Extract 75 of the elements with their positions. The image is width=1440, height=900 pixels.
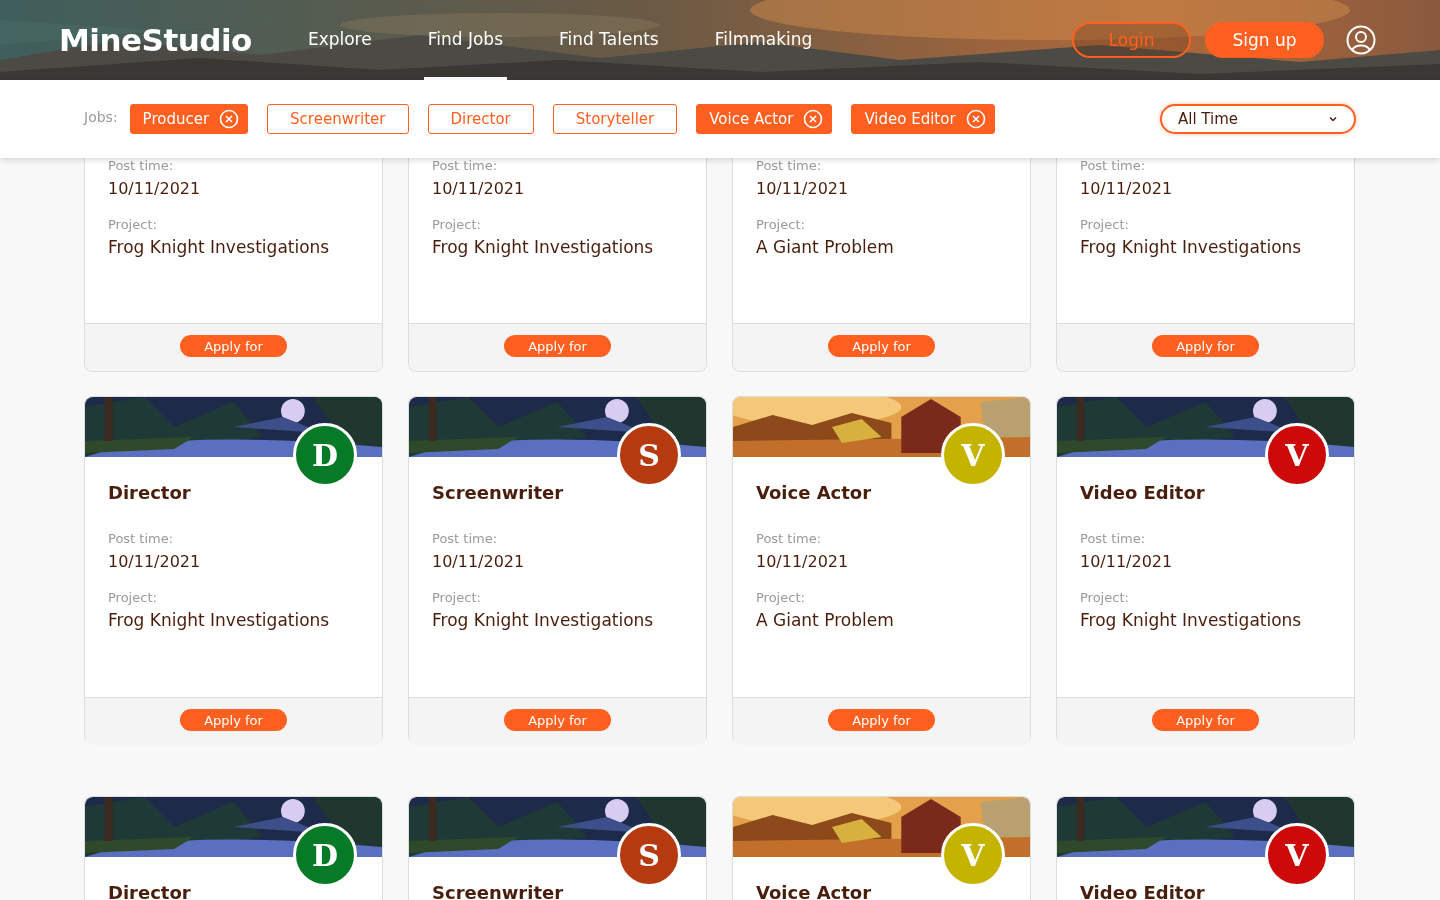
job-filter-chip[interactable]: Producer bbox=[129, 104, 249, 134]
post-date: 10/11/2021 bbox=[756, 551, 849, 573]
project-name: Frog Knight Investigations bbox=[432, 609, 654, 632]
apply-button[interactable]: Apply for bbox=[504, 335, 611, 357]
job-title: Screenwriter bbox=[432, 881, 564, 900]
avatar: V bbox=[1265, 423, 1329, 487]
user-icon[interactable] bbox=[1346, 25, 1376, 55]
post-date: 10/11/2021 bbox=[756, 178, 849, 200]
nav-link[interactable]: Explore bbox=[303, 0, 376, 80]
field-label: Post time: bbox=[1080, 530, 1146, 548]
job-title: Video Editor bbox=[1080, 481, 1205, 505]
avatar: V bbox=[1265, 823, 1329, 887]
apply-button[interactable]: Apply for bbox=[828, 709, 935, 731]
project-name: Frog Knight Investigations bbox=[1080, 236, 1302, 259]
project-name: Frog Knight Investigations bbox=[1080, 609, 1302, 632]
job-title: Voice Actor bbox=[756, 881, 872, 900]
field-label: Project: bbox=[1080, 589, 1129, 607]
post-date: 10/11/2021 bbox=[432, 178, 525, 200]
avatar: D bbox=[293, 823, 357, 887]
apply-button[interactable]: Apply for bbox=[1152, 709, 1259, 731]
job-title: Director bbox=[108, 881, 191, 900]
field-label: Project: bbox=[1080, 216, 1129, 234]
apply-button[interactable]: Apply for bbox=[180, 709, 287, 731]
remove-icon[interactable] bbox=[803, 109, 824, 129]
project-name: Frog Knight Investigations bbox=[108, 236, 330, 259]
chevron-down-icon bbox=[1328, 116, 1338, 122]
nav-link[interactable]: Filmmaking bbox=[710, 0, 817, 80]
project-name: Frog Knight Investigations bbox=[108, 609, 330, 632]
login-button[interactable]: Login bbox=[1072, 22, 1191, 58]
apply-button[interactable]: Apply for bbox=[828, 335, 935, 357]
avatar: V bbox=[941, 823, 1005, 887]
avatar: D bbox=[293, 423, 357, 487]
post-date: 10/11/2021 bbox=[432, 551, 525, 573]
apply-button[interactable]: Apply for bbox=[1152, 335, 1259, 357]
avatar: S bbox=[617, 823, 681, 887]
signup-button[interactable]: Sign up bbox=[1205, 22, 1324, 58]
project-name: A Giant Problem bbox=[756, 609, 894, 632]
post-date: 10/11/2021 bbox=[108, 551, 201, 573]
job-title: Screenwriter bbox=[432, 481, 564, 505]
time-dropdown[interactable]: All Time bbox=[1160, 104, 1356, 134]
field-label: Post time: bbox=[1080, 158, 1146, 175]
filter-label: Jobs: bbox=[84, 109, 118, 125]
field-label: Post time: bbox=[108, 530, 174, 548]
post-date: 10/11/2021 bbox=[1080, 551, 1173, 573]
field-label: Post time: bbox=[432, 158, 498, 175]
apply-button[interactable]: Apply for bbox=[180, 335, 287, 357]
remove-icon[interactable] bbox=[219, 109, 240, 129]
job-title: Video Editor bbox=[1080, 881, 1205, 900]
avatar: S bbox=[617, 423, 681, 487]
field-label: Post time: bbox=[432, 530, 498, 548]
job-filter-chip[interactable]: Screenwriter bbox=[267, 104, 409, 134]
remove-icon[interactable] bbox=[965, 109, 986, 129]
field-label: Project: bbox=[756, 216, 805, 234]
field-label: Project: bbox=[756, 589, 805, 607]
field-label: Project: bbox=[432, 216, 481, 234]
job-filter-chip[interactable]: Storyteller bbox=[552, 104, 678, 134]
job-filter-chip[interactable]: Director bbox=[427, 104, 534, 134]
field-label: Post time: bbox=[108, 158, 174, 175]
post-date: 10/11/2021 bbox=[108, 178, 201, 200]
field-label: Project: bbox=[108, 216, 157, 234]
post-date: 10/11/2021 bbox=[1080, 178, 1173, 200]
avatar: V bbox=[941, 423, 1005, 487]
project-name: Frog Knight Investigations bbox=[432, 236, 654, 259]
job-title: Director bbox=[108, 481, 191, 505]
field-label: Post time: bbox=[756, 158, 822, 175]
field-label: Post time: bbox=[756, 530, 822, 548]
project-name: A Giant Problem bbox=[756, 236, 894, 259]
nav-link[interactable]: Find Talents bbox=[555, 0, 663, 80]
logo[interactable]: MineStudio bbox=[59, 22, 252, 58]
job-title: Voice Actor bbox=[756, 481, 872, 505]
job-filter-chip[interactable]: Voice Actor bbox=[696, 104, 833, 134]
field-label: Project: bbox=[432, 589, 481, 607]
field-label: Project: bbox=[108, 589, 157, 607]
job-filter-chip[interactable]: Video Editor bbox=[851, 104, 995, 134]
apply-button[interactable]: Apply for bbox=[504, 709, 611, 731]
